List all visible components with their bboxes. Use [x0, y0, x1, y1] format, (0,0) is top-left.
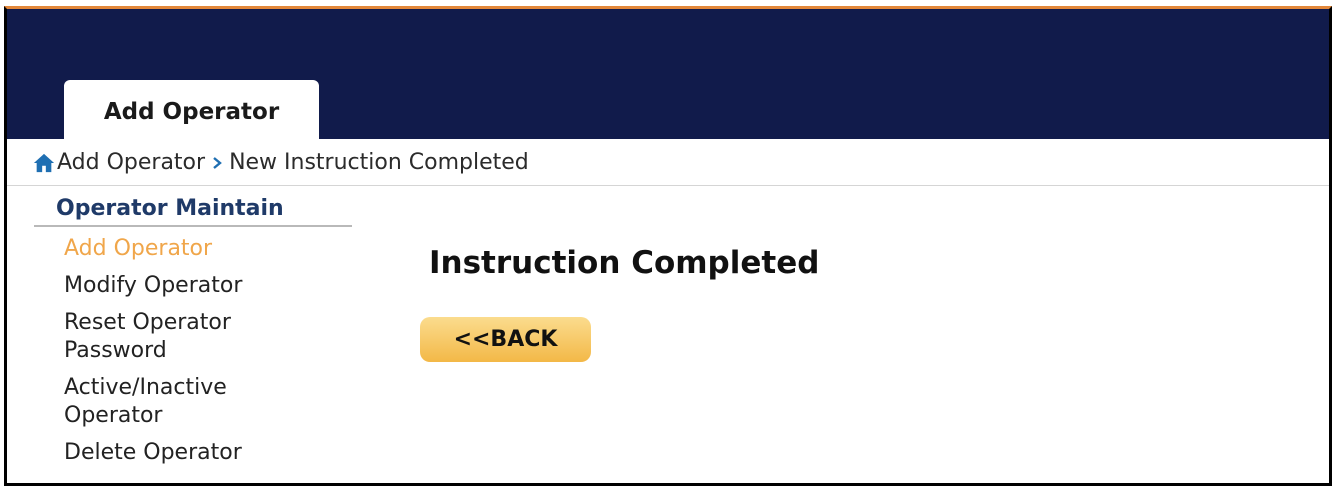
sidebar: Operator Maintain Add Operator Modify Op…	[34, 187, 352, 476]
sidebar-title: Operator Maintain	[34, 187, 352, 227]
tab-label: Add Operator	[103, 99, 280, 125]
home-icon[interactable]	[33, 152, 55, 174]
sidebar-item-add-operator[interactable]: Add Operator	[64, 235, 294, 263]
sidebar-item-delete-operator[interactable]: Delete Operator	[64, 439, 294, 467]
sidebar-item-reset-operator-password[interactable]: Reset Operator Password	[64, 309, 294, 365]
breadcrumb: Add Operator New Instruction Completed	[7, 140, 1329, 186]
sidebar-menu: Add Operator Modify Operator Reset Opera…	[34, 227, 352, 467]
top-header-bar: Add Operator	[7, 9, 1329, 142]
back-button[interactable]: <<BACK	[420, 317, 591, 362]
breadcrumb-item-current: New Instruction Completed	[229, 150, 529, 175]
sidebar-item-modify-operator[interactable]: Modify Operator	[64, 272, 294, 300]
app-window: Add Operator Add Operator New Instructio…	[4, 6, 1332, 486]
sidebar-item-active-inactive-operator[interactable]: Active/Inactive Operator	[64, 374, 294, 430]
page-title: Instruction Completed	[429, 245, 820, 281]
tab-add-operator[interactable]: Add Operator	[64, 80, 319, 142]
chevron-right-icon	[211, 156, 223, 170]
breadcrumb-item-add-operator[interactable]: Add Operator	[57, 150, 205, 175]
